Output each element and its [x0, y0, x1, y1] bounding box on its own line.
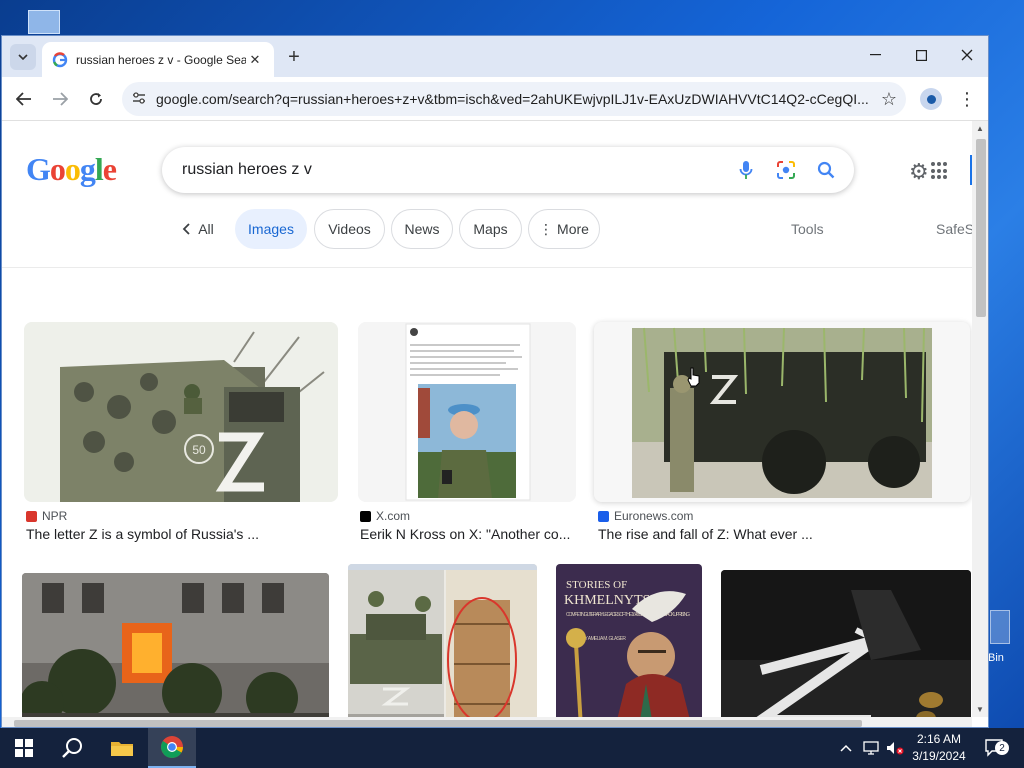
minimize-button[interactable] — [852, 36, 898, 74]
result-caption-euronews[interactable]: The rise and fall of Z: What ever ... — [598, 526, 968, 542]
active-tab[interactable]: russian heroes z v - Google Sea ✕ — [42, 42, 274, 77]
tab-close-icon[interactable]: ✕ — [246, 51, 264, 69]
search-filter-chips: All Images Videos News Maps ⋮ More Tools… — [2, 209, 972, 249]
horizontal-scrollbar[interactable] — [2, 717, 972, 727]
voice-search-icon[interactable] — [726, 150, 766, 190]
result-image-x[interactable] — [358, 322, 576, 502]
header-divider — [2, 267, 972, 268]
url-text[interactable]: google.com/search?q=russian+heroes+z+v&t… — [156, 91, 872, 107]
gear-icon[interactable]: ⚙ — [909, 159, 929, 185]
lens-search-icon[interactable] — [766, 150, 806, 190]
apps-grid-icon[interactable] — [931, 162, 949, 180]
bookmark-star-icon[interactable]: ☆ — [872, 89, 906, 110]
result-source-euronews[interactable]: Euronews.com — [598, 509, 693, 523]
address-bar[interactable]: google.com/search?q=russian+heroes+z+v&t… — [122, 82, 906, 116]
reload-icon — [90, 93, 102, 105]
recycle-bin-label: Bin — [988, 652, 1004, 664]
search-box[interactable]: russian heroes z v — [162, 147, 854, 193]
x-favicon-icon — [360, 510, 371, 522]
chip-more[interactable]: ⋮ More — [528, 209, 600, 249]
clock-time: 2:16 AM — [916, 732, 962, 746]
result-image-painted-z[interactable] — [721, 570, 971, 727]
google-favicon-icon — [52, 51, 68, 67]
search-results-page: Google russian heroes z v ⚙ All Images V… — [2, 121, 972, 727]
npr-favicon-icon — [26, 510, 37, 522]
network-icon[interactable] — [860, 728, 882, 768]
tab-search-button[interactable] — [10, 44, 36, 70]
vehicle-number: 50 — [192, 443, 206, 457]
taskbar-search-button[interactable] — [48, 728, 96, 768]
reload-button[interactable] — [82, 85, 110, 113]
back-button[interactable] — [10, 85, 38, 113]
book-title-line1: STORIES OF — [566, 579, 627, 591]
chrome-icon — [161, 736, 183, 758]
chip-images[interactable]: Images — [235, 209, 307, 249]
chevron-down-icon — [18, 54, 28, 60]
result-source-npr[interactable]: NPR — [26, 509, 67, 523]
maximize-icon — [915, 49, 927, 61]
hand-cursor-icon — [687, 367, 700, 387]
browser-toolbar: google.com/search?q=russian+heroes+z+v&t… — [2, 77, 988, 121]
horizontal-scroll-thumb[interactable] — [14, 720, 862, 727]
result-image-euronews[interactable] — [594, 322, 970, 502]
notifications-button[interactable]: 2 — [980, 728, 1010, 768]
system-clock[interactable]: 2:16 AM 3/19/2024 — [908, 731, 970, 765]
vertical-scroll-thumb[interactable] — [976, 139, 986, 317]
file-explorer-button[interactable] — [98, 728, 146, 768]
close-window-button[interactable] — [944, 36, 988, 74]
safesearch-button[interactable]: SafeS — [936, 221, 972, 237]
vertical-scrollbar[interactable]: ▲ ▼ — [972, 121, 988, 717]
scroll-down-icon[interactable]: ▼ — [976, 705, 984, 714]
more-dots-icon: ⋮ — [539, 220, 554, 237]
scroll-up-icon[interactable]: ▲ — [976, 124, 984, 133]
chrome-taskbar-button[interactable] — [148, 728, 196, 768]
result-caption-x[interactable]: Eerik N Kross on X: "Another co... — [360, 526, 574, 542]
desktop-folder-icon[interactable] — [28, 10, 60, 34]
notification-count-badge: 2 — [995, 741, 1009, 755]
tools-button[interactable]: Tools — [791, 221, 824, 237]
recycle-bin-icon[interactable] — [990, 610, 1010, 644]
arrow-right-icon — [53, 92, 68, 106]
search-icon — [62, 738, 82, 758]
chevron-left-icon — [182, 223, 190, 235]
browser-window: russian heroes z v - Google Sea ✕ + goog… — [1, 35, 989, 728]
tab-bar: russian heroes z v - Google Sea ✕ + — [2, 36, 988, 77]
result-caption-npr[interactable]: The letter Z is a symbol of Russia's ... — [26, 526, 338, 542]
search-submit-icon[interactable] — [806, 150, 846, 190]
start-button[interactable] — [0, 728, 48, 768]
chip-maps[interactable]: Maps — [459, 209, 522, 249]
arrow-left-icon — [16, 92, 31, 106]
close-icon — [961, 49, 973, 61]
folder-icon — [111, 742, 133, 756]
book-subtitle: COMPETING LITERARY LEGACIES OF THE 1648 … — [566, 612, 690, 618]
profile-avatar-icon[interactable] — [920, 88, 942, 110]
clock-date: 3/19/2024 — [912, 749, 966, 763]
menu-kebab-icon[interactable]: ⋮ — [957, 86, 977, 112]
maximize-button[interactable] — [898, 36, 944, 74]
result-image-tank-collage[interactable] — [348, 564, 537, 727]
volume-muted-icon[interactable] — [884, 728, 906, 768]
chip-videos[interactable]: Videos — [314, 209, 385, 249]
result-source-x[interactable]: X.com — [360, 509, 410, 523]
tab-title: russian heroes z v - Google Sea — [76, 52, 246, 67]
site-info-icon[interactable] — [122, 91, 156, 107]
search-input[interactable]: russian heroes z v — [182, 161, 726, 179]
euronews-favicon-icon — [598, 510, 609, 522]
taskbar: 2:16 AM 3/19/2024 2 — [0, 728, 1024, 768]
minimize-icon — [869, 54, 881, 56]
result-image-npr[interactable]: 50 — [24, 322, 338, 502]
tray-overflow-icon[interactable] — [836, 728, 856, 768]
new-tab-button[interactable]: + — [282, 45, 306, 69]
result-image-burning-building[interactable] — [22, 573, 329, 727]
windows-logo-icon — [15, 739, 33, 757]
chip-all[interactable]: All — [168, 209, 228, 249]
result-image-book-cover[interactable]: STORIES OF KHMELNYTSKY COMPETING LITERAR… — [556, 564, 702, 727]
chip-news[interactable]: News — [391, 209, 453, 249]
google-logo[interactable]: Google — [26, 151, 117, 188]
forward-button[interactable] — [46, 85, 74, 113]
